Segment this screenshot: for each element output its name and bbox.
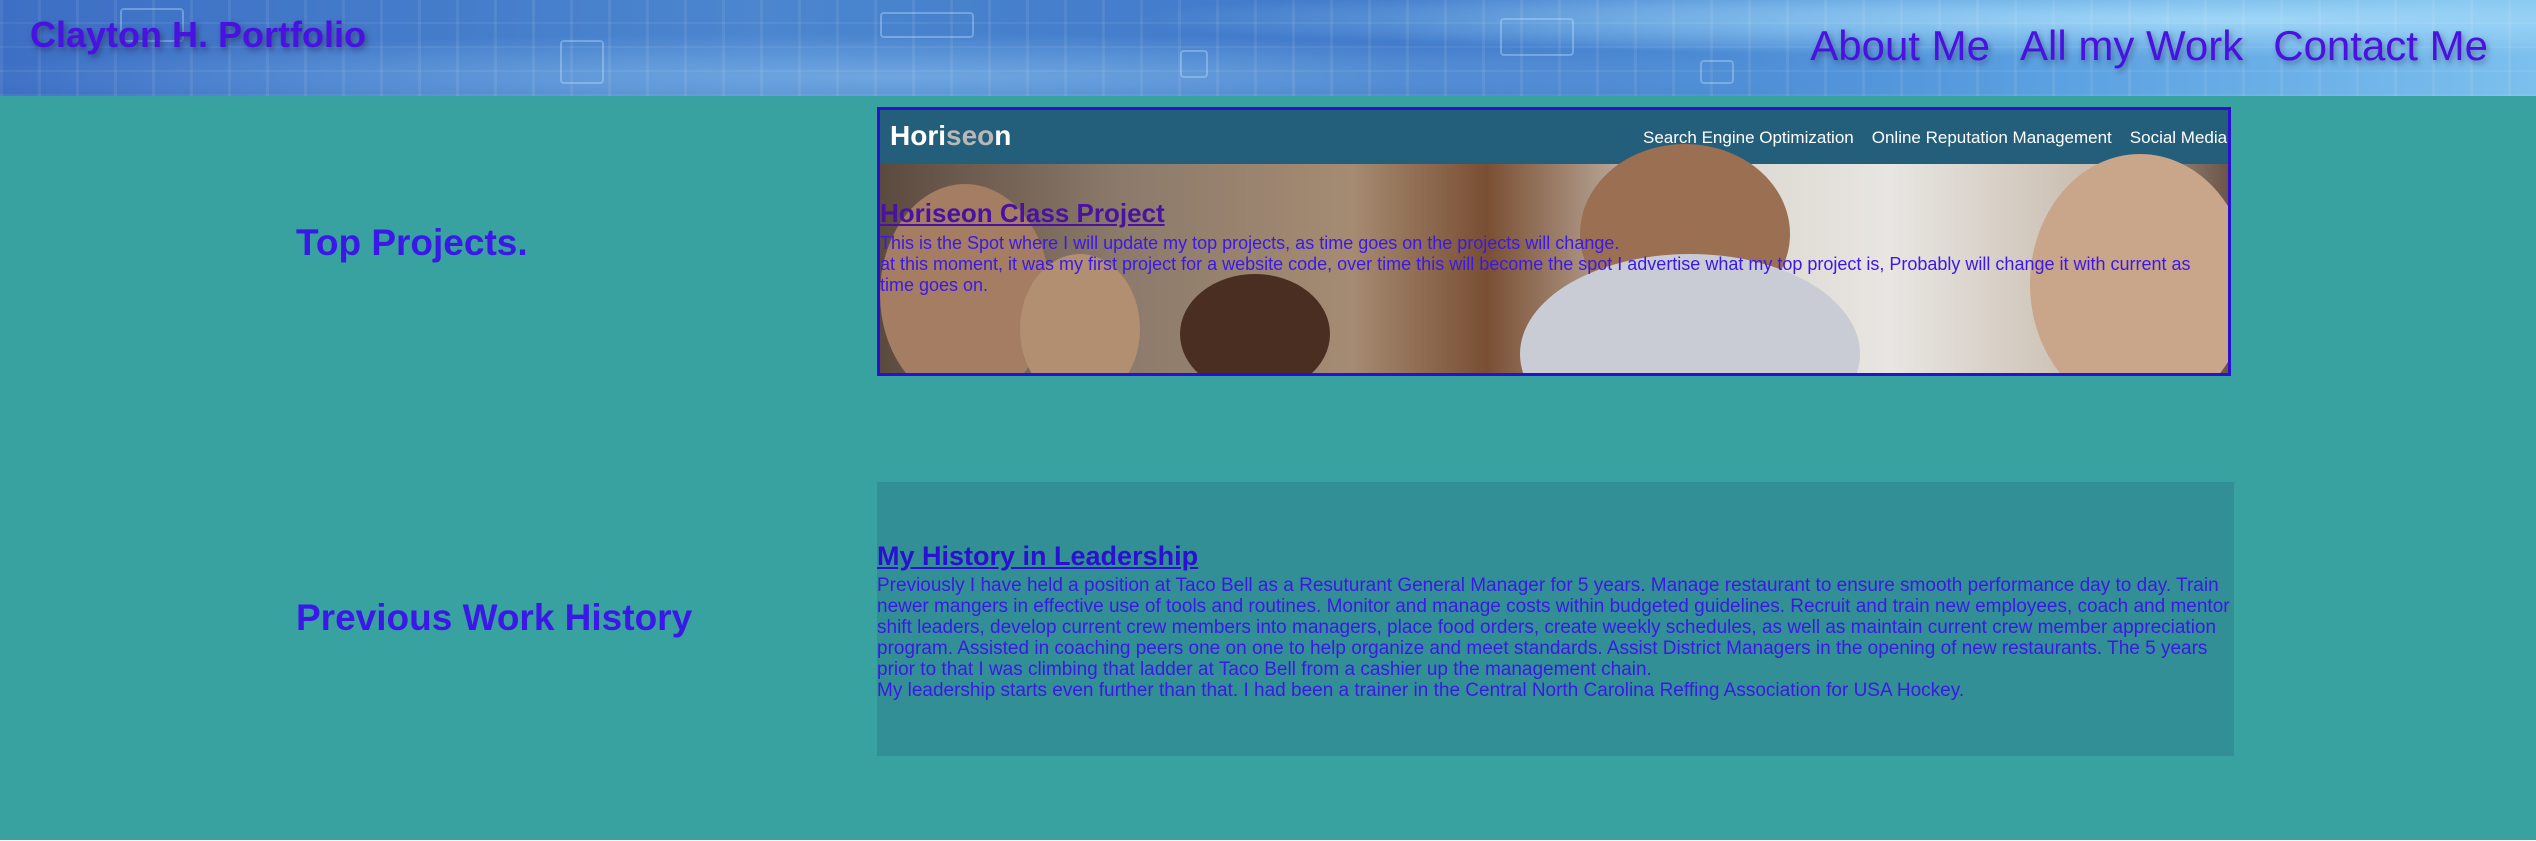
project-preview-logo: Horiseon — [890, 120, 1012, 151]
project-description: This is the Spot where I will update my … — [880, 233, 2191, 295]
project-card-text: Horiseon Class Project This is the Spot … — [880, 198, 2228, 296]
preview-link: Online Reputation Management — [1871, 128, 2112, 147]
history-card: My History in Leadership Previously I ha… — [877, 482, 2234, 756]
site-title: Clayton H. Portfolio — [30, 14, 366, 55]
nav-all-my-work[interactable]: All my Work — [2020, 22, 2243, 70]
circuit-decoration — [880, 12, 974, 38]
preview-link: Social Media Ma — [2129, 128, 2228, 147]
project-preview-nav: Horiseon Search Engine Optimization Onli… — [880, 110, 2228, 164]
top-projects-heading: Top Projects. — [296, 222, 528, 263]
circuit-decoration — [560, 40, 604, 84]
main-content: Top Projects. Horiseon Search Engine Opt… — [0, 96, 2536, 840]
circuit-decoration — [1500, 18, 1574, 56]
project-preview-links: Search Engine Optimization Online Reputa… — [1643, 128, 2228, 148]
main-nav: About Me All my Work Contact Me — [1810, 22, 2488, 70]
work-history-heading: Previous Work History — [296, 597, 693, 638]
project-title-link[interactable]: Horiseon Class Project — [880, 198, 2228, 229]
nav-contact-me[interactable]: Contact Me — [2273, 22, 2488, 70]
history-description: Previously I have held a position at Tac… — [877, 575, 2230, 701]
site-header: Clayton H. Portfolio About Me All my Wor… — [0, 0, 2536, 96]
project-card[interactable]: Horiseon Search Engine Optimization Onli… — [877, 107, 2231, 376]
history-title-link[interactable]: My History in Leadership — [877, 541, 1198, 572]
nav-about-me[interactable]: About Me — [1810, 22, 1990, 70]
circuit-decoration — [1180, 50, 1208, 78]
circuit-decoration — [1700, 60, 1734, 84]
